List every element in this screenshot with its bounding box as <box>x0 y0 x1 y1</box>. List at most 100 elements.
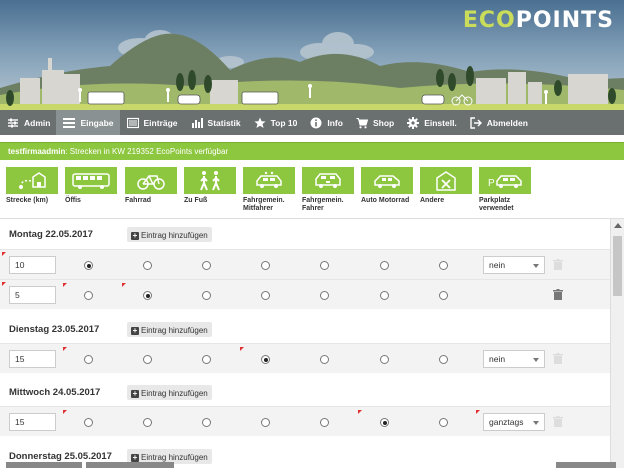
vertical-scrollbar[interactable] <box>610 219 624 468</box>
trash-icon[interactable] <box>553 416 563 427</box>
radio-mitfahrer[interactable] <box>261 418 270 427</box>
radio-fahrer[interactable] <box>320 418 329 427</box>
nav-label: Einstell. <box>424 117 457 128</box>
nav-label: Statistik <box>207 117 241 128</box>
chevron-down-icon <box>533 264 539 268</box>
parking-value: ganztags <box>489 417 524 427</box>
radio-auto[interactable] <box>380 291 389 300</box>
info-message: : Strecken in KW 219352 EcoPoints verfüg… <box>65 147 229 156</box>
mode-fahrer[interactable]: Fahrgemein. Fahrer <box>302 167 357 213</box>
distance-input[interactable]: 15 <box>9 413 56 431</box>
radio-auto[interactable] <box>380 355 389 364</box>
mode-parkplatz[interactable]: P Parkplatz verwendet <box>479 167 534 213</box>
radio-fahrer[interactable] <box>320 355 329 364</box>
nav-item-eingabe[interactable]: Eingabe <box>56 110 120 135</box>
carpool-driver-icon[interactable] <box>302 167 354 194</box>
nav-item-einstellungen[interactable]: Einstell. <box>400 110 463 135</box>
radio-mitfahrer[interactable] <box>261 261 270 270</box>
day-section: Montag 22.05.2017 + Eintrag hinzufügen <box>0 219 610 249</box>
trash-icon[interactable] <box>553 289 563 300</box>
bicycle-icon[interactable] <box>125 167 177 194</box>
nav-item-statistik[interactable]: Statistik <box>184 110 247 135</box>
bar-chart-icon <box>190 116 204 130</box>
parking-select[interactable]: nein <box>483 256 545 274</box>
info-username: testfirmaadmin <box>8 147 66 156</box>
day-title: Montag 22.05.2017 <box>9 228 93 240</box>
nav-label: Info <box>327 117 343 128</box>
sliders-icon <box>6 116 20 130</box>
radio-fahrrad[interactable] <box>143 418 152 427</box>
radio-fahrrad[interactable] <box>143 291 152 300</box>
other-icon[interactable] <box>420 167 472 194</box>
distance-icon[interactable] <box>6 167 58 194</box>
radio-zufuss[interactable] <box>202 291 211 300</box>
parking-select[interactable]: nein <box>483 350 545 368</box>
plus-icon: + <box>131 230 139 240</box>
mode-oeffis[interactable]: Öffis <box>65 167 120 205</box>
radio-fahrrad[interactable] <box>143 261 152 270</box>
radio-oeffis[interactable] <box>84 261 93 270</box>
radio-auto[interactable] <box>380 418 389 427</box>
carpool-passenger-icon[interactable] <box>243 167 295 194</box>
distance-input[interactable]: 10 <box>9 256 56 274</box>
radio-zufuss[interactable] <box>202 261 211 270</box>
radio-fahrer[interactable] <box>320 291 329 300</box>
mode-strecke[interactable]: Strecke (km) <box>6 167 61 205</box>
plus-icon: + <box>131 388 139 398</box>
radio-fahrer[interactable] <box>320 261 329 270</box>
ecopoints-logo[interactable]: ECOPOINTS <box>463 8 614 33</box>
radio-andere[interactable] <box>439 418 448 427</box>
radio-mitfahrer[interactable] <box>261 355 270 364</box>
add-entry-button[interactable]: + Eintrag hinzufügen <box>127 227 212 242</box>
chevron-down-icon <box>533 421 539 425</box>
radio-fahrrad[interactable] <box>143 355 152 364</box>
mode-mitfahrer[interactable]: Fahrgemein. Mitfahrer <box>243 167 298 213</box>
nav-item-top10[interactable]: Top 10 <box>247 110 304 135</box>
scroll-up-arrow-icon[interactable] <box>614 223 622 228</box>
mode-label: Öffis <box>65 197 81 204</box>
parking-select[interactable]: ganztags <box>483 413 545 431</box>
star-icon <box>253 116 267 130</box>
entries-icon <box>126 116 140 130</box>
trash-icon[interactable] <box>553 259 563 270</box>
chevron-down-icon <box>533 358 539 362</box>
gear-icon <box>406 116 420 130</box>
radio-mitfahrer[interactable] <box>261 291 270 300</box>
add-entry-button[interactable]: + Eintrag hinzufügen <box>127 322 212 337</box>
mode-andere[interactable]: Andere <box>420 167 475 205</box>
car-icon[interactable] <box>361 167 413 194</box>
bottom-button[interactable] <box>86 462 174 468</box>
radio-auto[interactable] <box>380 261 389 270</box>
nav-item-abmelden[interactable]: Abmelden <box>463 110 534 135</box>
add-entry-button[interactable]: + Eintrag hinzufügen <box>127 385 212 400</box>
radio-andere[interactable] <box>439 291 448 300</box>
nav-item-shop[interactable]: Shop <box>349 110 400 135</box>
trash-icon[interactable] <box>553 353 563 364</box>
radio-andere[interactable] <box>439 355 448 364</box>
day-title: Dienstag 23.05.2017 <box>9 323 100 335</box>
nav-item-info[interactable]: Info <box>303 110 349 135</box>
bottom-button[interactable] <box>6 462 82 468</box>
bus-icon[interactable] <box>65 167 117 194</box>
mode-label: Strecke (km) <box>6 197 49 204</box>
mode-label: Auto Motorrad <box>361 197 410 204</box>
mode-zufuss[interactable]: Zu Fuß <box>184 167 239 205</box>
pedestrians-icon[interactable] <box>184 167 236 194</box>
radio-zufuss[interactable] <box>202 355 211 364</box>
bottom-button[interactable] <box>556 462 616 468</box>
distance-input[interactable]: 15 <box>9 350 56 368</box>
radio-zufuss[interactable] <box>202 418 211 427</box>
day-title: Mittwoch 24.05.2017 <box>9 386 101 398</box>
scroll-thumb[interactable] <box>613 236 622 296</box>
radio-oeffis[interactable] <box>84 355 93 364</box>
parking-car-icon[interactable]: P <box>479 167 531 194</box>
nav-item-admin[interactable]: Admin <box>0 110 56 135</box>
radio-oeffis[interactable] <box>84 418 93 427</box>
add-entry-label: Eintrag hinzufügen <box>141 326 208 335</box>
nav-item-eintraege[interactable]: Einträge <box>120 110 184 135</box>
distance-input[interactable]: 5 <box>9 286 56 304</box>
radio-andere[interactable] <box>439 261 448 270</box>
radio-oeffis[interactable] <box>84 291 93 300</box>
mode-auto[interactable]: Auto Motorrad <box>361 167 416 205</box>
mode-fahrrad[interactable]: Fahrrad <box>125 167 180 205</box>
